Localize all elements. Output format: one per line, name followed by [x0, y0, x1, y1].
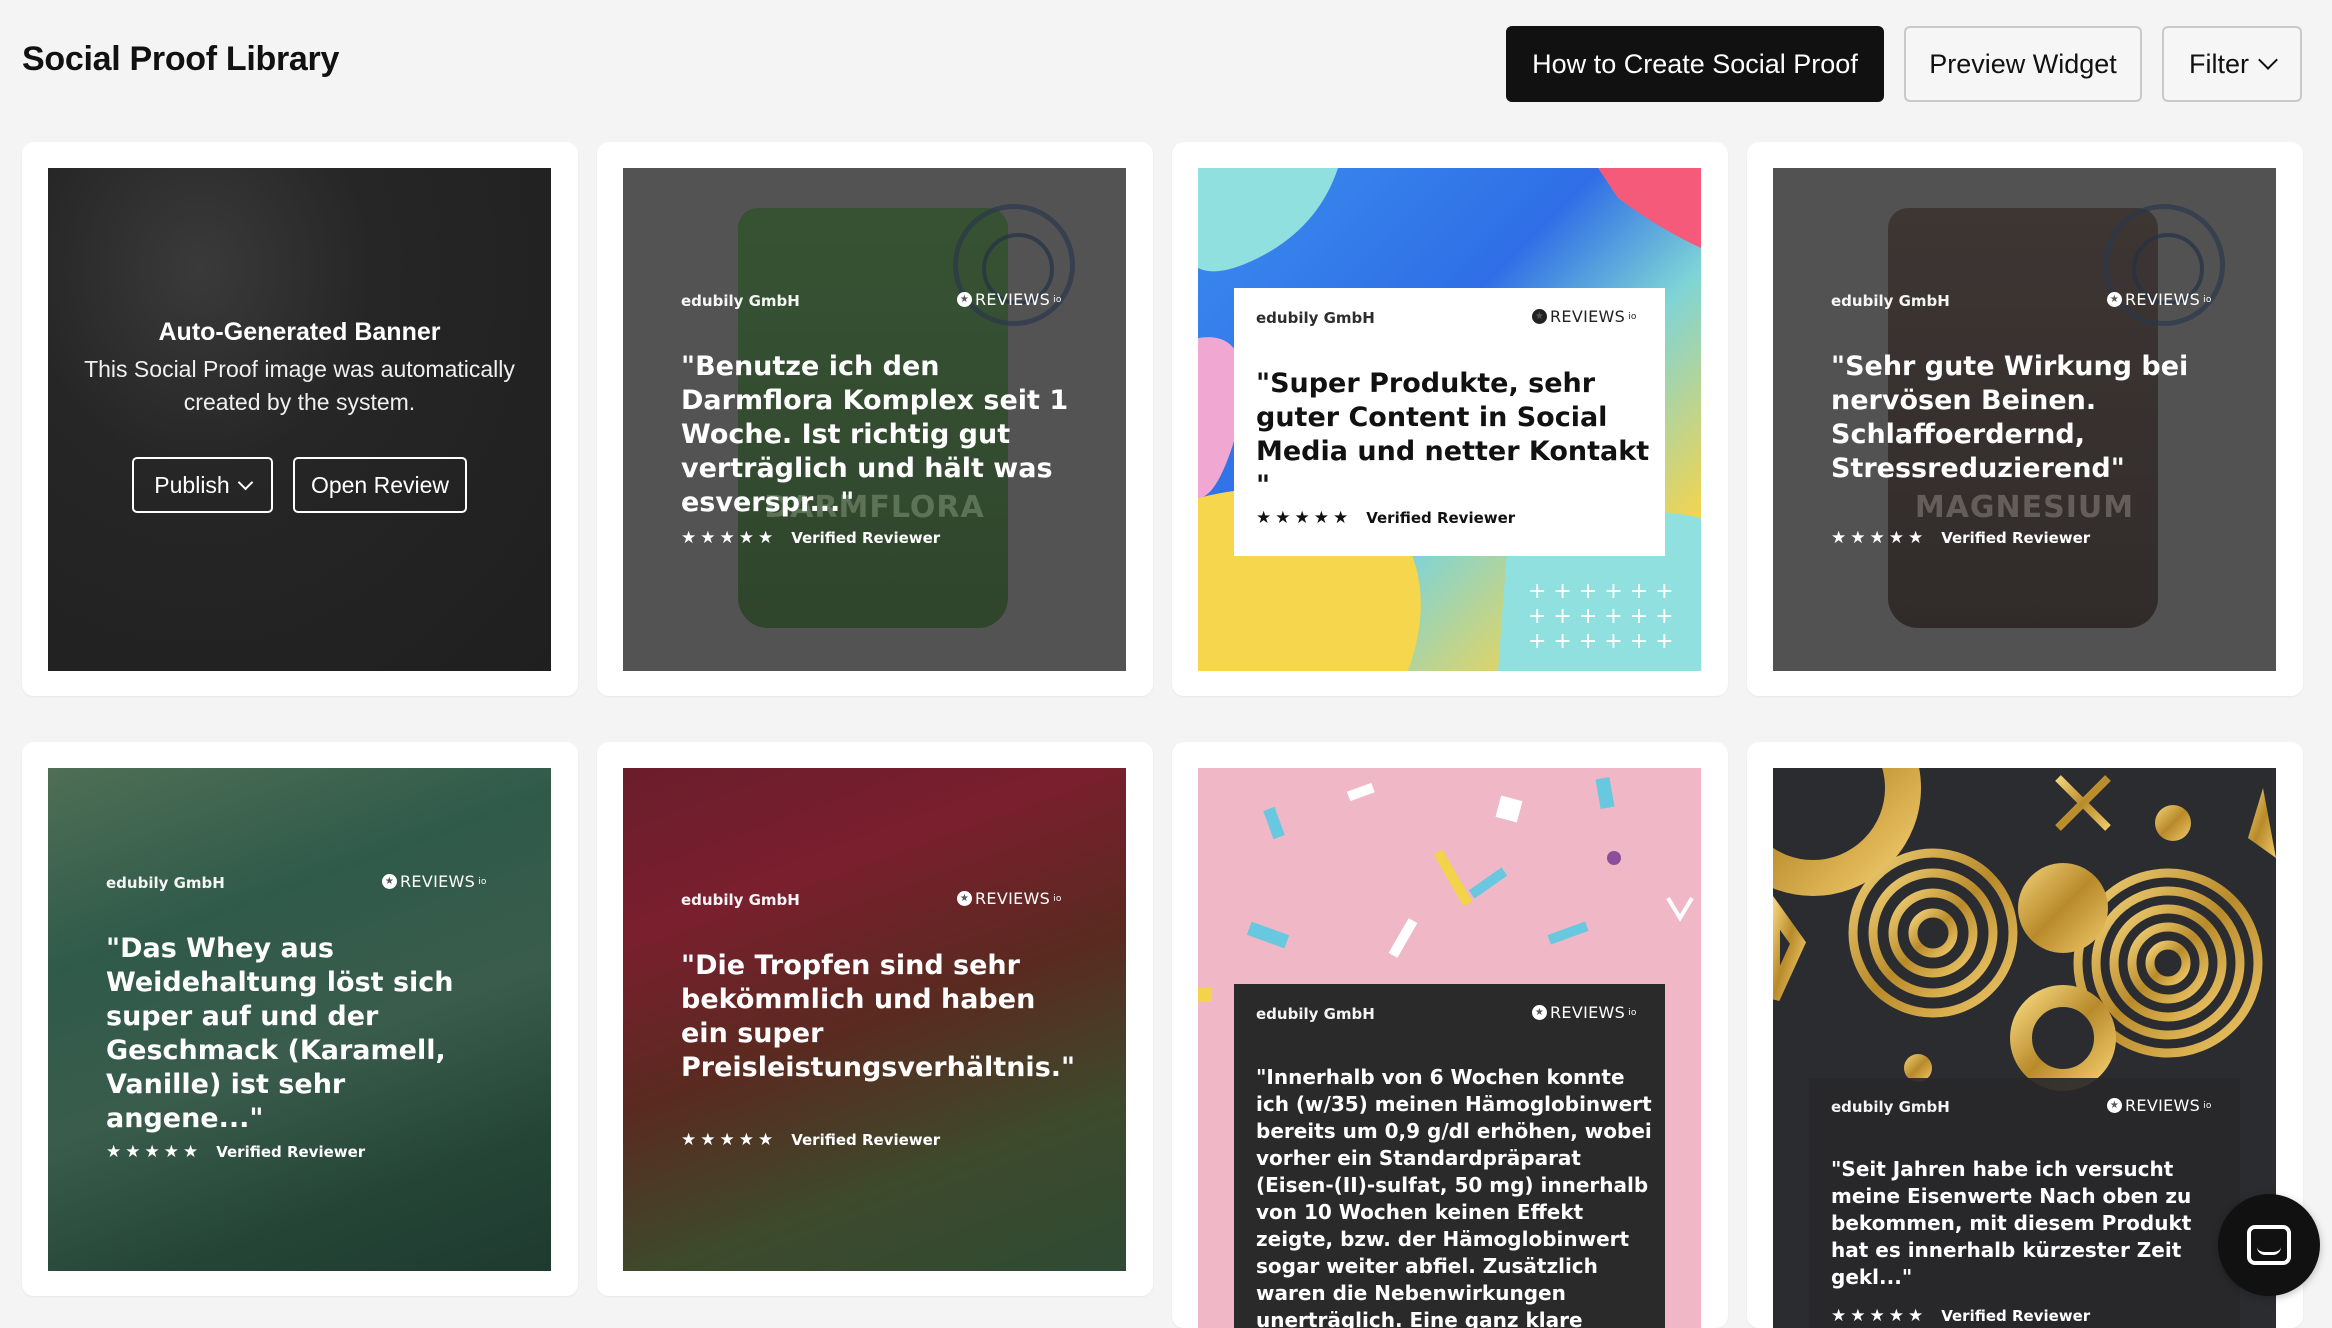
social-proof-card[interactable]: MAGNESIUM edubily GmbH REVIEWSio "Sehr g… [1747, 142, 2303, 696]
verified-label: Verified Reviewer [1941, 529, 2091, 547]
review-image: + + + + + + + + + + + + + + + + + + edub… [1198, 168, 1701, 671]
brand-name: edubily GmbH [1831, 1098, 1950, 1116]
review-image: DARMFLORA edubily GmbH REVIEWSio "Benutz… [623, 168, 1126, 671]
banner-description: This Social Proof image was automaticall… [84, 356, 515, 415]
how-to-create-social-proof-button[interactable]: How to Create Social Proof [1506, 26, 1884, 102]
review-quote: "Das Whey aus Weidehaltung löst sich sup… [106, 933, 454, 1134]
reviews-io-logo: REVIEWSio [957, 889, 1062, 908]
social-proof-card[interactable]: edubily GmbH REVIEWSio "Innerhalb von 6 … [1172, 742, 1728, 1328]
reviews-io-logo: REVIEWSio [1532, 1003, 1637, 1022]
review-rating: ★★★★★ Verified Reviewer [681, 528, 940, 548]
verified-label: Verified Reviewer [1366, 509, 1516, 527]
brand-name: edubily GmbH [1831, 292, 1950, 310]
publish-label: Publish [154, 471, 230, 498]
brand-name: edubily GmbH [681, 292, 800, 310]
star-icons: ★★★★★ [681, 528, 778, 548]
social-proof-card[interactable]: + + + + + + + + + + + + + + + + + + edub… [1172, 142, 1728, 696]
banner-preview: Auto-Generated Banner This Social Proof … [48, 168, 551, 671]
social-proof-card[interactable]: DARMFLORA edubily GmbH REVIEWSio "Benutz… [597, 142, 1153, 696]
review-image: edubily GmbH REVIEWSio "Innerhalb von 6 … [1198, 768, 1701, 1328]
reviews-io-logo: REVIEWSio [382, 872, 487, 891]
page-title: Social Proof Library [22, 40, 340, 78]
svg-text:+ + + + + +: + + + + + + [1528, 629, 1674, 654]
review-quote: "Seit Jahren habe ich versucht meine Eis… [1831, 1157, 2192, 1289]
chevron-down-icon [2258, 50, 2278, 70]
preview-widget-button[interactable]: Preview Widget [1904, 26, 2142, 102]
verified-label: Verified Reviewer [791, 529, 941, 547]
chat-launcher-button[interactable] [2218, 1194, 2320, 1296]
review-rating: ★★★★★ Verified Reviewer [106, 1142, 365, 1162]
brand-name: edubily GmbH [1256, 1005, 1375, 1023]
review-quote: "Benutze ich den Darmflora Komplex seit … [681, 351, 1069, 518]
review-rating: ★★★★★ Verified Reviewer [1831, 1306, 2090, 1326]
review-quote: "Die Tropfen sind sehr bekömmlich und ha… [681, 950, 1076, 1083]
star-icons: ★★★★★ [106, 1142, 203, 1162]
social-proof-card[interactable]: edubily GmbH REVIEWSio "Das Whey aus Wei… [22, 742, 578, 1296]
review-rating: ★★★★★ Verified Reviewer [1256, 508, 1515, 528]
filter-dropdown[interactable]: Filter [2162, 26, 2302, 102]
filter-label: Filter [2189, 48, 2249, 79]
svg-text:+ + + + + +: + + + + + + [1528, 579, 1674, 604]
brand-name: edubily GmbH [681, 891, 800, 909]
chat-icon [2247, 1225, 2291, 1265]
review-rating: ★★★★★ Verified Reviewer [681, 1130, 940, 1150]
brand-name: edubily GmbH [1256, 309, 1375, 327]
review-image: edubily GmbH REVIEWSio "Die Tropfen sind… [623, 768, 1126, 1271]
star-icons: ★★★★★ [681, 1130, 778, 1150]
reviews-io-logo: REVIEWSio [1532, 307, 1637, 326]
publish-dropdown-button[interactable]: Publish [132, 457, 273, 513]
reviews-io-logo: REVIEWSio [2107, 290, 2212, 309]
open-review-button[interactable]: Open Review [293, 457, 467, 513]
page-header: Social Proof Library How to Create Socia… [0, 0, 2332, 126]
review-image: edubily GmbH REVIEWSio "Seit Jahren habe… [1773, 768, 2276, 1328]
svg-text:+ + + + + +: + + + + + + [1528, 604, 1674, 629]
banner-title: Auto-Generated Banner [158, 318, 441, 346]
social-proof-card[interactable]: edubily GmbH REVIEWSio "Die Tropfen sind… [597, 742, 1153, 1296]
chevron-down-icon [237, 474, 253, 490]
review-quote: "Super Produkte, sehr guter Content in S… [1256, 368, 1650, 501]
reviews-io-logo: REVIEWSio [2107, 1096, 2212, 1115]
star-icons: ★★★★★ [1831, 1306, 1928, 1326]
verified-label: Verified Reviewer [216, 1143, 366, 1161]
star-icons: ★★★★★ [1256, 508, 1353, 528]
reviews-io-logo: REVIEWSio [957, 290, 1062, 309]
verified-label: Verified Reviewer [1941, 1307, 2091, 1325]
star-icons: ★★★★★ [1831, 528, 1928, 548]
review-quote: "Sehr gute Wirkung bei nervösen Beinen. … [1831, 351, 2189, 484]
brand-name: edubily GmbH [106, 874, 225, 892]
verified-label: Verified Reviewer [791, 1131, 941, 1149]
social-proof-card[interactable]: Auto-Generated Banner This Social Proof … [22, 142, 578, 696]
review-rating: ★★★★★ Verified Reviewer [1831, 528, 2090, 548]
review-image: edubily GmbH REVIEWSio "Das Whey aus Wei… [48, 768, 551, 1271]
review-quote: "Innerhalb von 6 Wochen konnte ich (w/35… [1256, 1065, 1652, 1328]
review-image: MAGNESIUM edubily GmbH REVIEWSio "Sehr g… [1773, 168, 2276, 671]
